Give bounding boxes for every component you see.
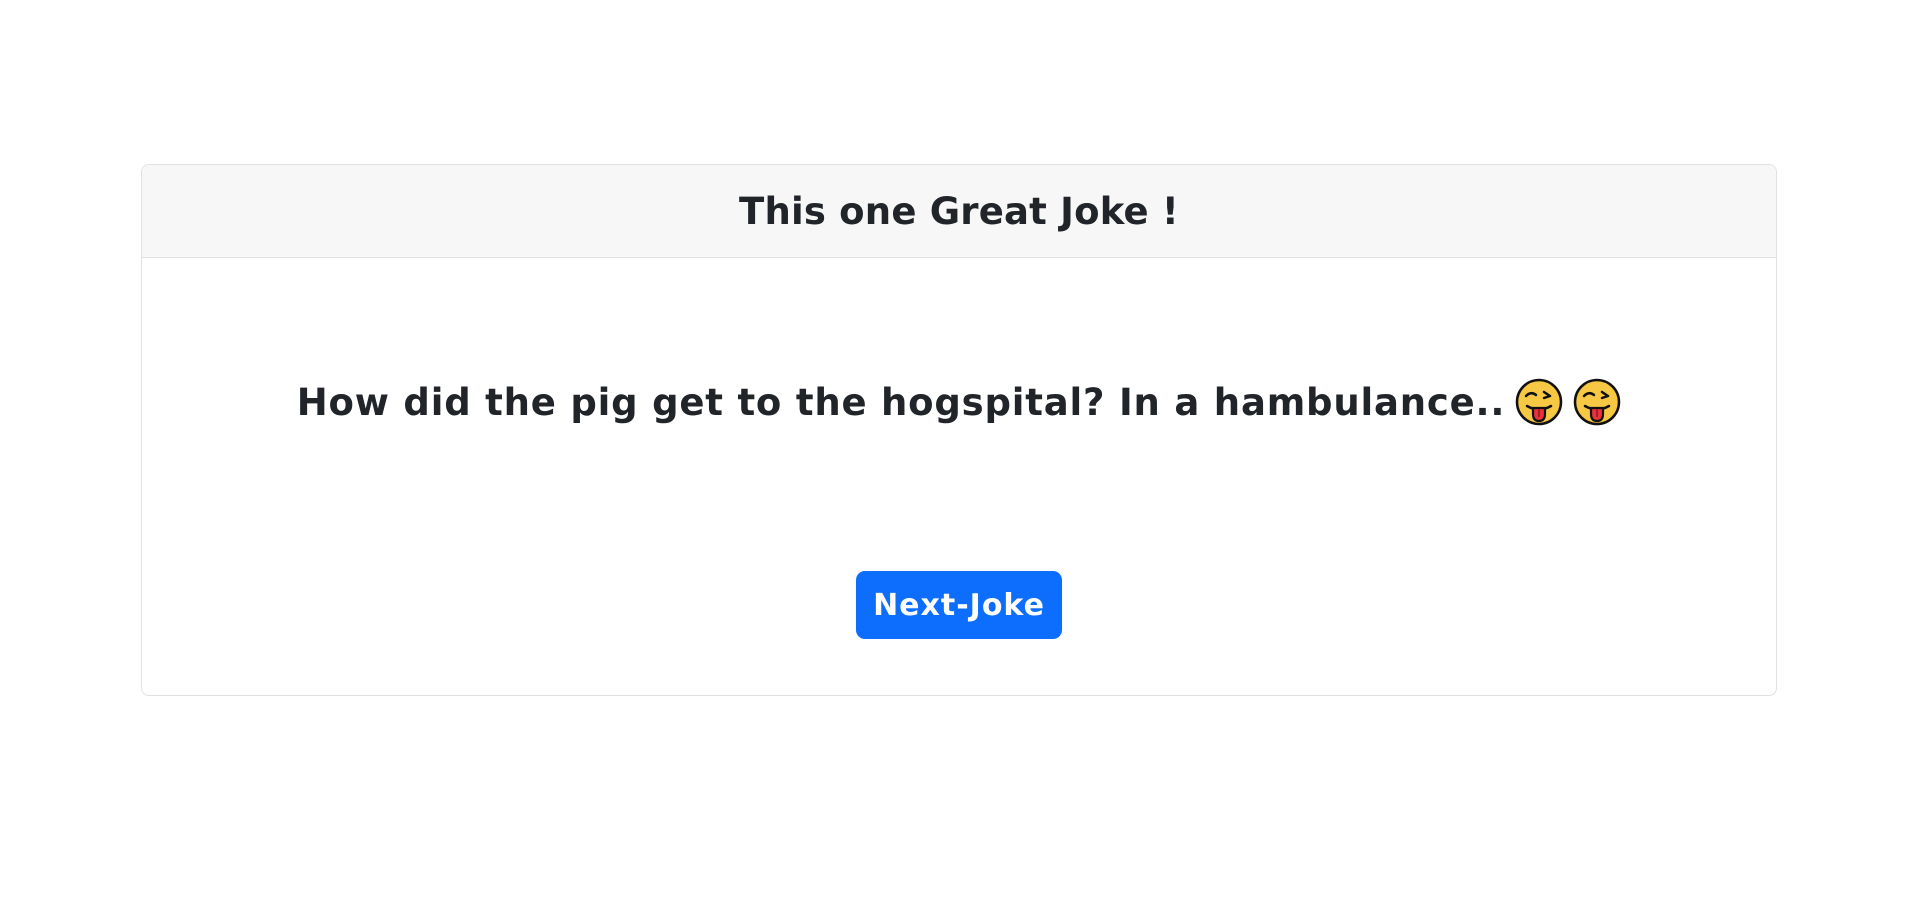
card-title: This one Great Joke ! [739, 189, 1179, 233]
winking-face-with-tongue-icon [1515, 378, 1563, 426]
joke-row: How did the pig get to the hogspital? In… [142, 378, 1776, 426]
winking-face-with-tongue-icon [1573, 378, 1621, 426]
card-header: This one Great Joke ! [142, 165, 1776, 258]
joke-card: This one Great Joke ! How did the pig ge… [141, 164, 1777, 696]
page: This one Great Joke ! How did the pig ge… [0, 0, 1918, 912]
next-joke-button[interactable]: Next-Joke [856, 571, 1062, 639]
card-body: How did the pig get to the hogspital? In… [142, 258, 1776, 695]
joke-text: How did the pig get to the hogspital? In… [296, 380, 1506, 424]
